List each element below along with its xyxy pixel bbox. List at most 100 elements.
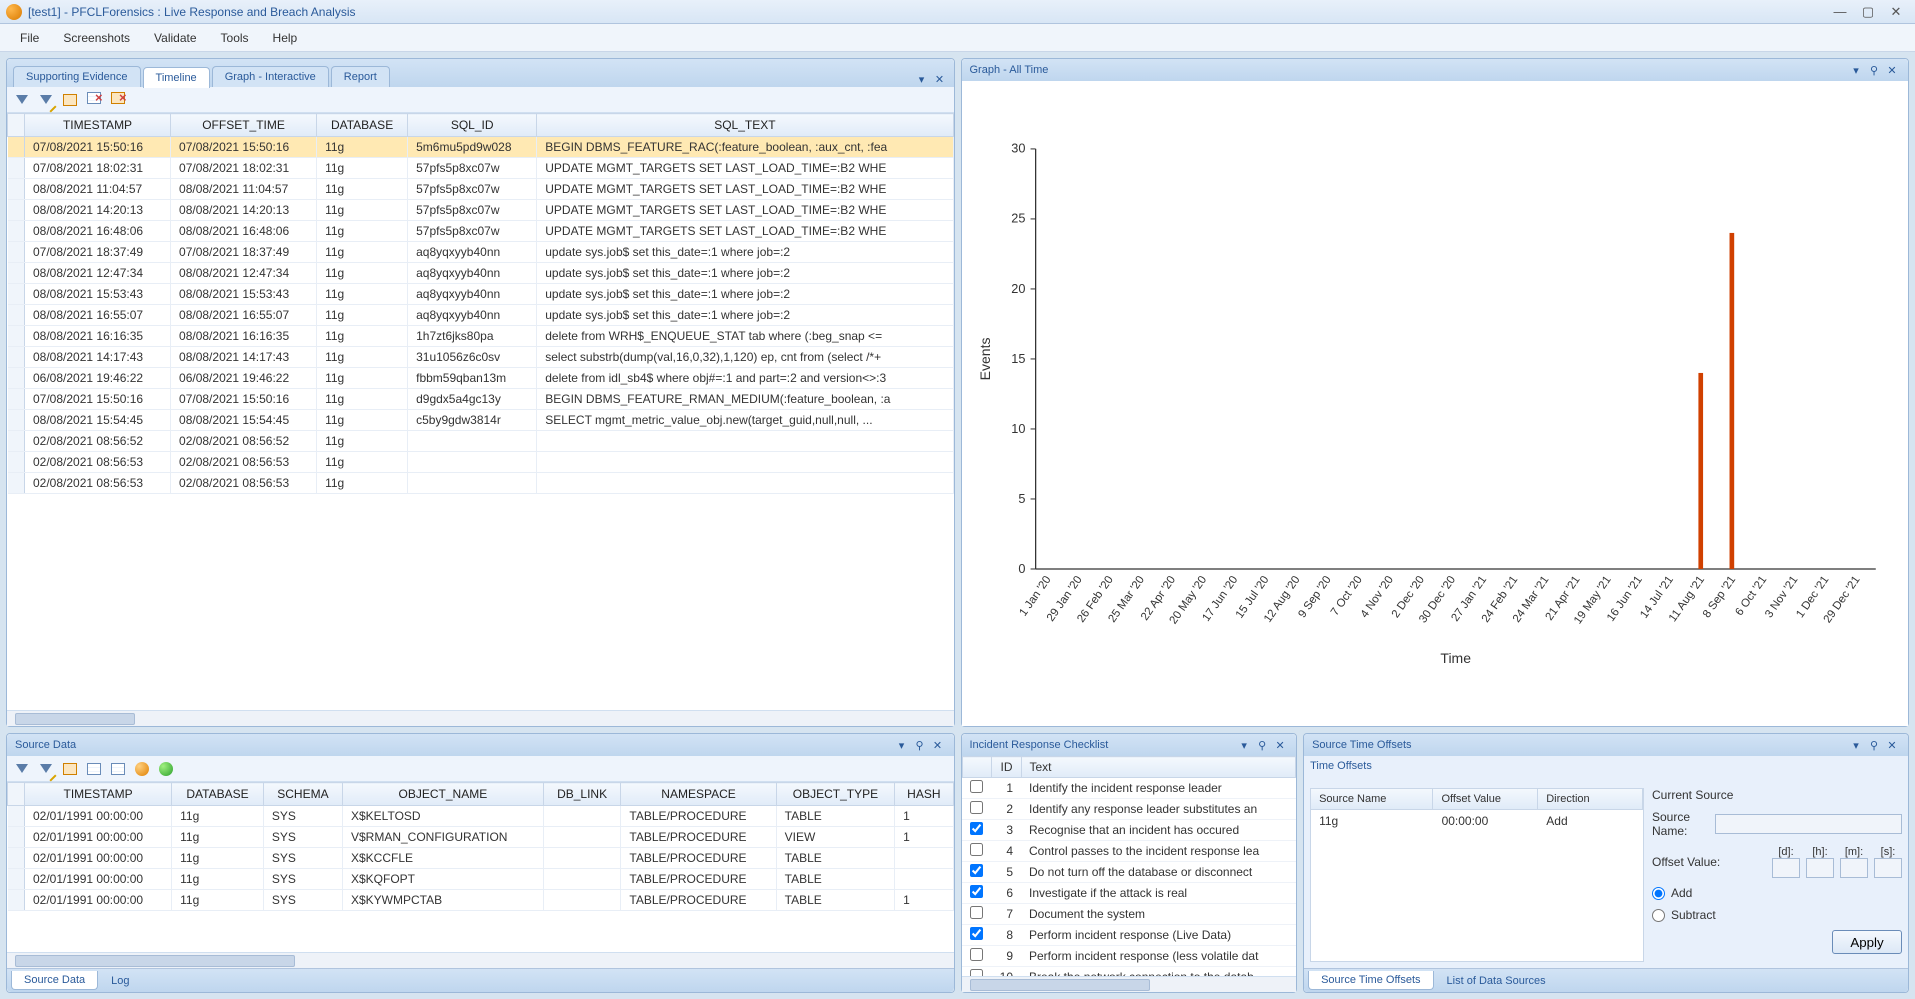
menu-help[interactable]: Help [261, 27, 310, 49]
btab-source-time-offsets[interactable]: Source Time Offsets [1308, 971, 1433, 990]
col-hash[interactable]: HASH [895, 783, 953, 806]
panel-close-icon[interactable]: ✕ [930, 737, 946, 753]
panel-pin-icon[interactable]: ⚲ [1866, 62, 1882, 78]
table-row[interactable]: 08/08/2021 15:54:4508/08/2021 15:54:4511… [8, 410, 954, 431]
panel-pin-icon[interactable]: ⚲ [1254, 737, 1270, 753]
grid-blue-icon[interactable] [85, 760, 103, 778]
checklist-checkbox[interactable] [970, 822, 983, 835]
table-row[interactable]: 06/08/2021 19:46:2206/08/2021 19:46:2211… [8, 368, 954, 389]
checklist-grid[interactable]: IDText1Identify the incident response le… [962, 756, 1297, 976]
table-row[interactable]: 08/08/2021 16:48:0608/08/2021 16:48:0611… [8, 221, 954, 242]
table-row[interactable]: 07/08/2021 15:50:1607/08/2021 15:50:1611… [8, 389, 954, 410]
col-sql_text[interactable]: SQL_TEXT [537, 114, 953, 137]
grid-view-icon[interactable] [61, 91, 79, 109]
col-database[interactable]: DATABASE [172, 783, 264, 806]
col-offset_time[interactable]: OFFSET_TIME [171, 114, 317, 137]
panel-dropdown-icon[interactable]: ▾ [894, 737, 910, 753]
col-object_name[interactable]: OBJECT_NAME [342, 783, 543, 806]
btab-log[interactable]: Log [98, 971, 142, 991]
checklist-row[interactable]: 10Break the network connection to the da… [962, 967, 1296, 977]
col-db_link[interactable]: DB_LINK [543, 783, 621, 806]
checklist-hscroll[interactable] [962, 976, 1297, 992]
checklist-row[interactable]: 5Do not turn off the database or disconn… [962, 862, 1296, 883]
play-icon[interactable] [157, 760, 175, 778]
apply-button[interactable]: Apply [1832, 930, 1902, 954]
checklist-row[interactable]: 3Recognise that an incident has occured [962, 820, 1296, 841]
checklist-row[interactable]: 6Investigate if the attack is real [962, 883, 1296, 904]
grid-compact-icon[interactable] [109, 760, 127, 778]
table-row[interactable]: 08/08/2021 16:55:0708/08/2021 16:55:0711… [8, 305, 954, 326]
checklist-checkbox[interactable] [970, 780, 983, 793]
checklist-checkbox[interactable] [970, 948, 983, 961]
btab-list-of-data-sources[interactable]: List of Data Sources [1434, 971, 1559, 991]
table-row[interactable]: 07/08/2021 15:50:1607/08/2021 15:50:1611… [8, 137, 954, 158]
filter-icon[interactable] [13, 760, 31, 778]
filter-edit-icon[interactable] [37, 760, 55, 778]
checklist-row[interactable]: 4Control passes to the incident response… [962, 841, 1296, 862]
table-row[interactable]: 08/08/2021 16:16:3508/08/2021 16:16:3511… [8, 326, 954, 347]
offset-s-input[interactable] [1874, 858, 1902, 878]
col-object_type[interactable]: OBJECT_TYPE [776, 783, 894, 806]
table-row[interactable]: 02/08/2021 08:56:5302/08/2021 08:56:5311… [8, 452, 954, 473]
checklist-checkbox[interactable] [970, 885, 983, 898]
maximize-button[interactable]: ▢ [1855, 3, 1881, 21]
col-database[interactable]: DATABASE [317, 114, 408, 137]
radio-add[interactable]: Add [1652, 886, 1902, 900]
panel-dropdown-icon[interactable]: ▾ [1848, 62, 1864, 78]
table-row[interactable]: 08/08/2021 14:20:1308/08/2021 14:20:1311… [8, 200, 954, 221]
record-icon[interactable] [133, 760, 151, 778]
col-timestamp[interactable]: TIMESTAMP [25, 783, 172, 806]
offset-d-input[interactable] [1772, 858, 1800, 878]
panel-close-icon[interactable]: ✕ [1884, 737, 1900, 753]
panel-dropdown-icon[interactable]: ▾ [1236, 737, 1252, 753]
panel-close-icon[interactable]: ✕ [1272, 737, 1288, 753]
source-hscroll[interactable] [7, 952, 954, 968]
minimize-button[interactable]: — [1827, 3, 1853, 21]
filter-icon[interactable] [13, 91, 31, 109]
table-row[interactable]: 02/08/2021 08:56:5202/08/2021 08:56:5211… [8, 431, 954, 452]
tab-graph-interactive[interactable]: Graph - Interactive [212, 66, 329, 87]
checklist-checkbox[interactable] [970, 864, 983, 877]
offsets-grid[interactable]: Source Name Offset Value Direction 11g 0… [1310, 788, 1644, 962]
checklist-row[interactable]: 2Identify any response leader substitute… [962, 799, 1296, 820]
tab-report[interactable]: Report [331, 66, 390, 87]
panel-close-icon[interactable]: ✕ [1884, 62, 1900, 78]
grid-remove-icon[interactable]: × [85, 91, 103, 109]
tab-supporting-evidence[interactable]: Supporting Evidence [13, 66, 141, 87]
checklist-checkbox[interactable] [970, 969, 983, 976]
menu-tools[interactable]: Tools [209, 27, 261, 49]
source-grid[interactable]: TIMESTAMPDATABASESCHEMAOBJECT_NAMEDB_LIN… [7, 782, 954, 952]
table-row[interactable]: 07/08/2021 18:02:3107/08/2021 18:02:3111… [8, 158, 954, 179]
checklist-row[interactable]: 9Perform incident response (less volatil… [962, 946, 1296, 967]
panel-dropdown-icon[interactable]: ▾ [1848, 737, 1864, 753]
checklist-row[interactable]: 1Identify the incident response leader [962, 778, 1296, 799]
table-row[interactable]: 08/08/2021 14:17:4308/08/2021 14:17:4311… [8, 347, 954, 368]
checklist-row[interactable]: 7Document the system [962, 904, 1296, 925]
table-row[interactable]: 02/08/2021 08:56:5302/08/2021 08:56:5311… [8, 473, 954, 494]
table-row[interactable]: 07/08/2021 18:37:4907/08/2021 18:37:4911… [8, 242, 954, 263]
timeline-hscroll[interactable] [7, 710, 954, 726]
radio-subtract[interactable]: Subtract [1652, 908, 1902, 922]
col-sql_id[interactable]: SQL_ID [408, 114, 537, 137]
col-timestamp[interactable]: TIMESTAMP [25, 114, 171, 137]
panel-dropdown-icon[interactable]: ▾ [914, 71, 930, 87]
menu-file[interactable]: File [8, 27, 51, 49]
checklist-checkbox[interactable] [970, 843, 983, 856]
menu-validate[interactable]: Validate [142, 27, 208, 49]
filter-edit-icon[interactable] [37, 91, 55, 109]
table-row[interactable]: 08/08/2021 12:47:3408/08/2021 12:47:3411… [8, 263, 954, 284]
checklist-checkbox[interactable] [970, 906, 983, 919]
offset-m-input[interactable] [1840, 858, 1868, 878]
table-row[interactable]: 08/08/2021 15:53:4308/08/2021 15:53:4311… [8, 284, 954, 305]
checklist-checkbox[interactable] [970, 927, 983, 940]
table-row[interactable]: 08/08/2021 11:04:5708/08/2021 11:04:5711… [8, 179, 954, 200]
table-row[interactable]: 02/01/1991 00:00:0011gSYSX$KCCFLETABLE/P… [8, 848, 954, 869]
grid-view-icon[interactable] [61, 760, 79, 778]
checklist-row[interactable]: 8Perform incident response (Live Data) [962, 925, 1296, 946]
offset-h-input[interactable] [1806, 858, 1834, 878]
col-namespace[interactable]: NAMESPACE [621, 783, 776, 806]
timeline-grid[interactable]: TIMESTAMPOFFSET_TIMEDATABASESQL_IDSQL_TE… [7, 113, 954, 710]
table-row[interactable]: 02/01/1991 00:00:0011gSYSX$KYWMPCTABTABL… [8, 890, 954, 911]
grid-delete-icon[interactable]: × [109, 91, 127, 109]
table-row[interactable]: 02/01/1991 00:00:0011gSYSV$RMAN_CONFIGUR… [8, 827, 954, 848]
